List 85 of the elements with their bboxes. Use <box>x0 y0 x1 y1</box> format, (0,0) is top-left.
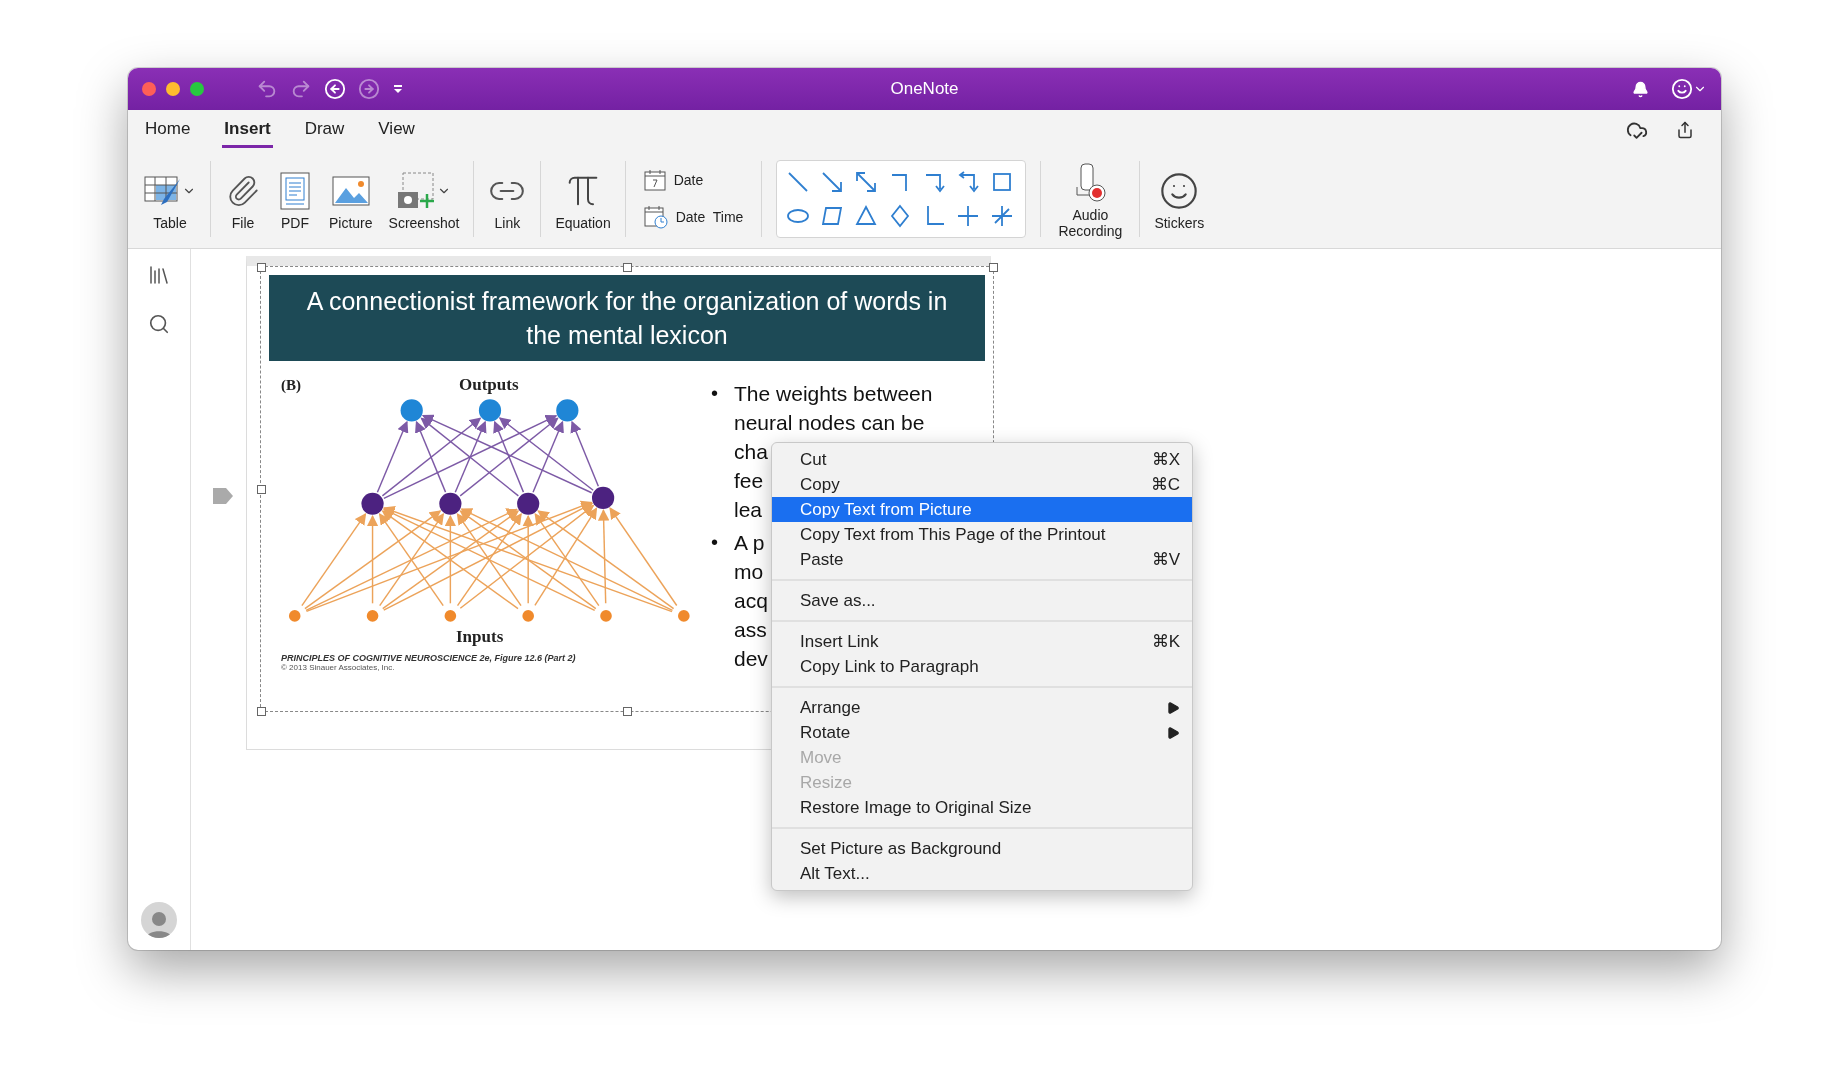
resize-handle[interactable] <box>257 707 266 716</box>
shortcut-text: ⌘X <box>1151 449 1180 470</box>
bullet-text: ass <box>734 617 767 643</box>
notifications-button[interactable] <box>1632 80 1649 98</box>
bullet-text: cha <box>734 439 768 465</box>
resize-handle[interactable] <box>623 263 632 272</box>
menu-item[interactable]: Paste ⌘V <box>772 547 1192 572</box>
minimize-button[interactable] <box>166 82 180 96</box>
menu-item[interactable]: Copy Text from Picture <box>772 497 1192 522</box>
resize-handle[interactable] <box>257 263 266 272</box>
figure-caption: PRINCIPLES OF COGNITIVE NEUROSCIENCE 2e, Figure 12.6 (Part 2) <box>281 653 577 663</box>
picture-button[interactable]: Picture <box>323 163 379 235</box>
resize-handle[interactable] <box>989 263 998 272</box>
submenu-arrow-icon <box>1166 725 1180 740</box>
bullet-text: lea <box>734 497 763 523</box>
menu-item[interactable]: Arrange <box>772 695 1192 720</box>
undo-icon <box>256 78 278 100</box>
bullet-text: fee <box>734 468 764 494</box>
bullet-text: neural nodes can be <box>734 410 925 436</box>
back-icon <box>324 78 346 100</box>
forward-icon <box>358 78 380 100</box>
audio-button[interactable]: Audio Recording <box>1049 155 1132 243</box>
outputs-label: Outputs <box>459 375 519 395</box>
date-time-button[interactable]: Date Time <box>643 205 744 229</box>
bullet-marker: • <box>711 530 718 555</box>
menu-item[interactable]: Alt Text... <box>772 861 1192 886</box>
menu-item[interactable]: Save as... <box>772 588 1192 613</box>
ribbon-tab[interactable]: Home <box>143 112 193 148</box>
menu-item[interactable]: Copy Link to Paragraph <box>772 654 1192 679</box>
ribbon-tab[interactable]: View <box>376 112 417 148</box>
share-button[interactable] <box>1676 119 1694 141</box>
notebooks-button[interactable] <box>147 263 171 287</box>
menu-item[interactable]: Copy ⌘C <box>772 472 1192 497</box>
smiley-icon <box>1671 78 1693 100</box>
redo-icon <box>290 78 312 100</box>
calendar-icon <box>643 169 666 191</box>
bullet-text: The weights between <box>734 381 933 407</box>
microphone-record-icon <box>1073 163 1108 203</box>
calendar-clock-icon <box>643 205 668 229</box>
menu-item[interactable]: Copy Text from This Page of the Printout <box>772 522 1192 547</box>
ribbon-tab[interactable]: Draw <box>302 112 347 148</box>
screenshot-button[interactable]: Screenshot <box>382 163 466 235</box>
search-button[interactable] <box>148 313 170 335</box>
menu-item[interactable]: Rotate <box>772 720 1192 745</box>
zoom-button[interactable] <box>190 82 204 96</box>
menu-item[interactable]: Cut ⌘X <box>772 447 1192 472</box>
file-button[interactable]: File <box>219 163 267 235</box>
date-button[interactable]: Date <box>643 169 744 191</box>
figure-credit: © 2013 Sinauer Associates, Inc. <box>281 663 396 672</box>
stickers-button[interactable]: Stickers <box>1148 163 1211 235</box>
inputs-label: Inputs <box>456 627 504 647</box>
pdf-button[interactable]: PDF <box>271 163 319 235</box>
paperclip-icon <box>226 174 260 208</box>
customize-button[interactable] <box>392 83 404 95</box>
window-title: OneNote <box>890 79 959 98</box>
back-button[interactable] <box>324 78 346 100</box>
close-button[interactable] <box>142 82 156 96</box>
menu-item[interactable]: Insert Link ⌘K <box>772 629 1192 654</box>
equation-button[interactable]: Equation <box>549 163 617 235</box>
resize-handle[interactable] <box>257 485 266 494</box>
shortcut-text: ⌘C <box>1150 474 1180 495</box>
document-icon <box>280 172 310 210</box>
table-button[interactable]: Table <box>138 163 202 235</box>
resize-handle[interactable] <box>623 707 632 716</box>
panel-label: (B) <box>281 376 301 394</box>
picture-icon <box>331 176 370 206</box>
slide-title: A connectionist framework for the organization of words in the mental lexicon <box>305 286 949 351</box>
menu-item[interactable]: Restore Image to Original Size <box>772 795 1192 820</box>
bullet-text: mo <box>734 559 764 585</box>
page-tag-icon[interactable] <box>213 488 233 504</box>
menu-item[interactable]: Set Picture as Background <box>772 836 1192 861</box>
account-button[interactable] <box>1671 78 1707 100</box>
link-button[interactable]: Link <box>482 163 533 235</box>
smiley-icon <box>1159 171 1200 211</box>
submenu-arrow-icon <box>1166 700 1180 715</box>
screenshot-icon <box>397 172 437 210</box>
bullet-text: acq <box>734 588 768 614</box>
ribbon-tab[interactable]: Insert <box>222 112 273 148</box>
bullet-text: A p <box>734 530 765 556</box>
shortcut-text: ⌘K <box>1151 631 1180 652</box>
bullet-marker: • <box>711 381 718 406</box>
shortcut-text: ⌘V <box>1151 549 1180 570</box>
user-avatar[interactable] <box>141 902 177 938</box>
bullet-text: dev <box>734 646 768 672</box>
dropdown-icon <box>392 83 404 95</box>
